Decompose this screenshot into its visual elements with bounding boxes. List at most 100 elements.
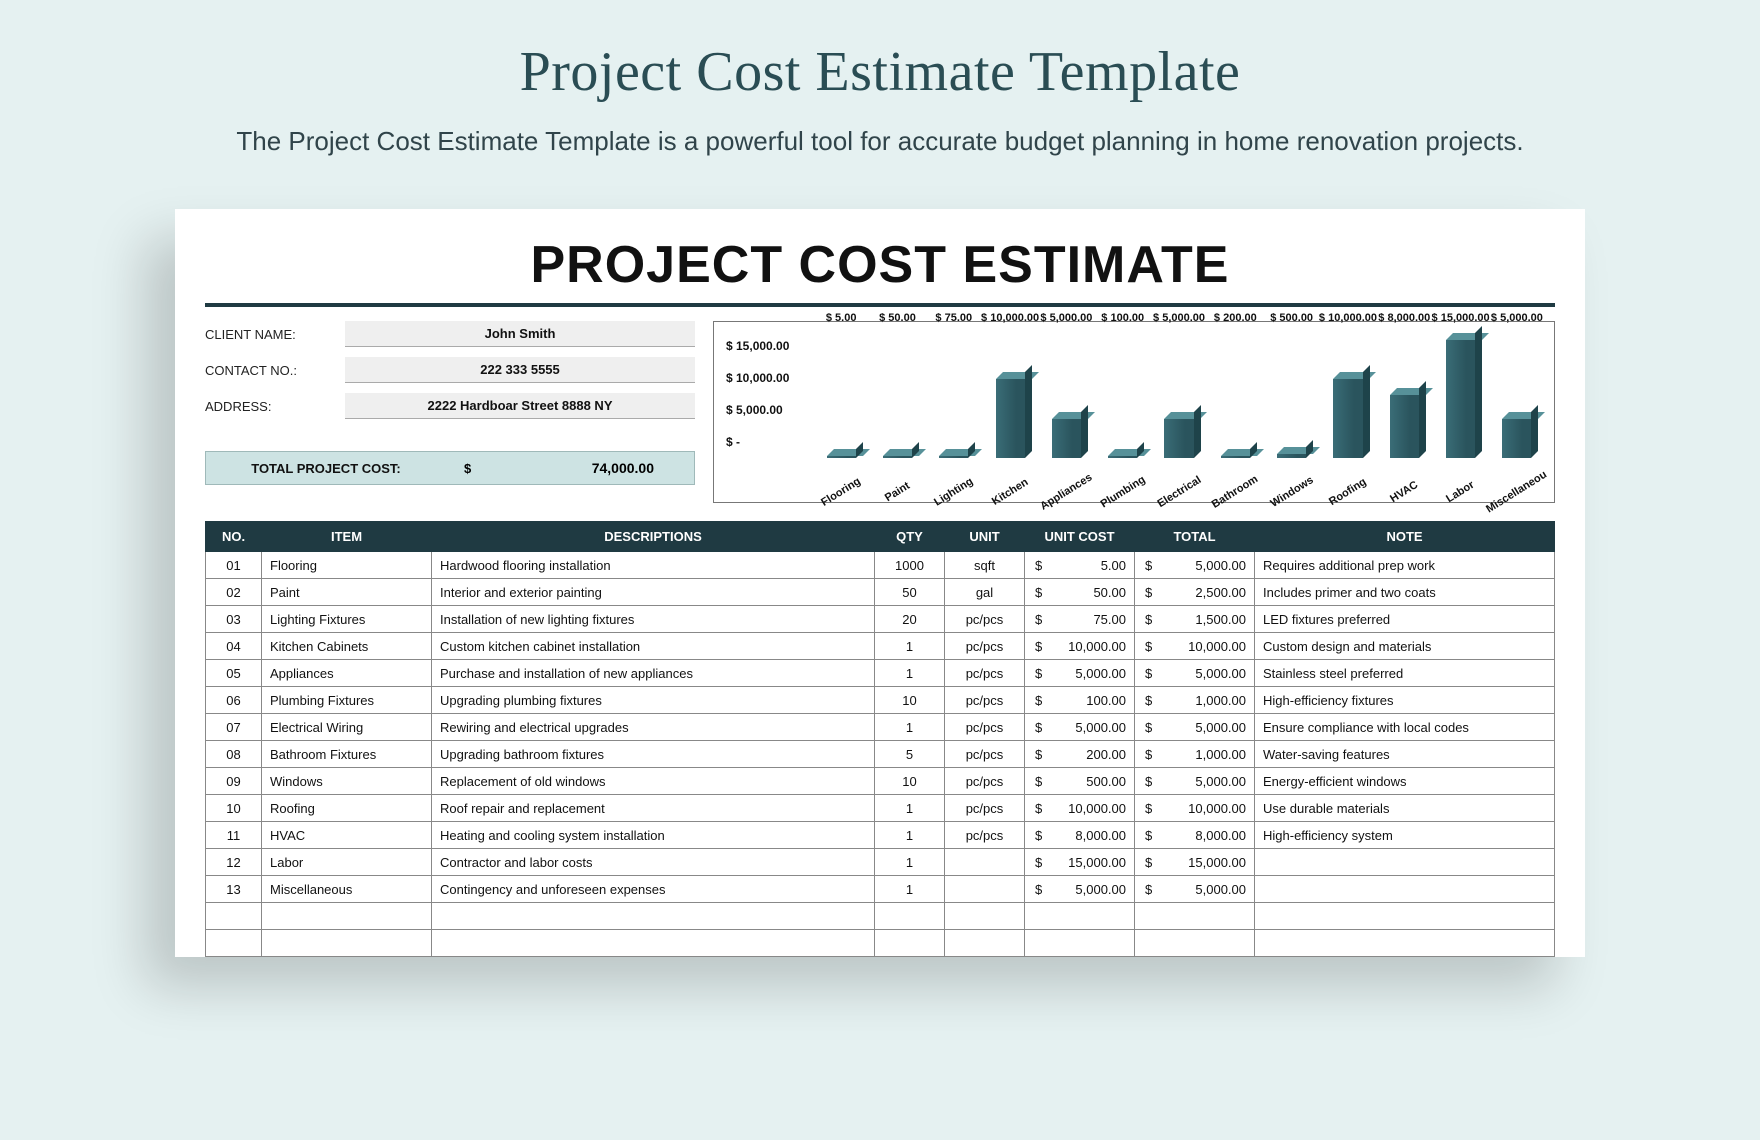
table-row-empty bbox=[206, 930, 1555, 957]
cell-unit: pc/pcs bbox=[945, 714, 1025, 741]
cell-no: 07 bbox=[206, 714, 262, 741]
table-header-cell: UNIT bbox=[945, 522, 1025, 552]
cell-total: $2,500.00 bbox=[1135, 579, 1255, 606]
address-label: ADDRESS: bbox=[205, 399, 345, 414]
cell-item: Labor bbox=[262, 849, 432, 876]
chart-bar: $ 10,000.00Roofing bbox=[1323, 330, 1373, 458]
cell-no: 08 bbox=[206, 741, 262, 768]
cell-total: $1,500.00 bbox=[1135, 606, 1255, 633]
contact-value: 222 333 5555 bbox=[345, 357, 695, 383]
cell-unit: sqft bbox=[945, 552, 1025, 579]
cell-note: Stainless steel preferred bbox=[1255, 660, 1555, 687]
cell-total: $10,000.00 bbox=[1135, 795, 1255, 822]
page-subtitle: The Project Cost Estimate Template is a … bbox=[140, 122, 1620, 161]
cell-desc: Rewiring and electrical upgrades bbox=[432, 714, 875, 741]
total-cost-currency: $ bbox=[446, 461, 506, 476]
chart-bar: $ 5,000.00Miscellaneou bbox=[1492, 330, 1542, 458]
table-header-cell: ITEM bbox=[262, 522, 432, 552]
cell-unit-cost: $5.00 bbox=[1025, 552, 1135, 579]
table-row: 11HVACHeating and cooling system install… bbox=[206, 822, 1555, 849]
chart-bar-value: $ 10,000.00 bbox=[1319, 312, 1377, 324]
chart-bar-value: $ 10,000.00 bbox=[981, 312, 1039, 324]
cell-qty: 1 bbox=[875, 714, 945, 741]
cell-unit-cost: $200.00 bbox=[1025, 741, 1135, 768]
cell-total: $5,000.00 bbox=[1135, 552, 1255, 579]
cell-item: Electrical Wiring bbox=[262, 714, 432, 741]
cell-qty: 1 bbox=[875, 633, 945, 660]
cell-unit: pc/pcs bbox=[945, 741, 1025, 768]
chart-bar-label: Appliances bbox=[1038, 471, 1094, 512]
cell-item: Kitchen Cabinets bbox=[262, 633, 432, 660]
cell-unit: gal bbox=[945, 579, 1025, 606]
table-row: 06Plumbing FixturesUpgrading plumbing fi… bbox=[206, 687, 1555, 714]
cell-total: $5,000.00 bbox=[1135, 768, 1255, 795]
chart-bar-label: Kitchen bbox=[990, 476, 1031, 508]
chart-bar-value: $ 75.00 bbox=[935, 312, 972, 324]
chart-bar: $ 15,000.00Labor bbox=[1435, 330, 1485, 458]
table-row: 03Lighting FixturesInstallation of new l… bbox=[206, 606, 1555, 633]
cell-total: $10,000.00 bbox=[1135, 633, 1255, 660]
cell-item: Lighting Fixtures bbox=[262, 606, 432, 633]
cell-desc: Contingency and unforeseen expenses bbox=[432, 876, 875, 903]
chart-bar-value: $ 5,000.00 bbox=[1491, 312, 1543, 324]
cell-note: Requires additional prep work bbox=[1255, 552, 1555, 579]
chart-bar-value: $ 5,000.00 bbox=[1040, 312, 1092, 324]
client-info-box: CLIENT NAME: John Smith CONTACT NO.: 222… bbox=[205, 321, 695, 503]
chart-bar: $ 100.00Plumbing bbox=[1098, 330, 1148, 458]
table-header-cell: NOTE bbox=[1255, 522, 1555, 552]
cell-desc: Roof repair and replacement bbox=[432, 795, 875, 822]
table-row: 12LaborContractor and labor costs1$15,00… bbox=[206, 849, 1555, 876]
cell-item: Bathroom Fixtures bbox=[262, 741, 432, 768]
total-cost-bar: TOTAL PROJECT COST: $ 74,000.00 bbox=[205, 451, 695, 485]
table-row: 13MiscellaneousContingency and unforesee… bbox=[206, 876, 1555, 903]
document-card: PROJECT COST ESTIMATE CLIENT NAME: John … bbox=[175, 209, 1585, 957]
chart-bar-value: $ 100.00 bbox=[1101, 312, 1144, 324]
cell-unit-cost: $8,000.00 bbox=[1025, 822, 1135, 849]
chart-bar-label: Bathroom bbox=[1210, 473, 1260, 511]
cell-note: Energy-efficient windows bbox=[1255, 768, 1555, 795]
chart-bar-label: Lighting bbox=[932, 475, 975, 508]
cell-total: $5,000.00 bbox=[1135, 876, 1255, 903]
chart-y-tick: $ - bbox=[726, 426, 816, 458]
cell-qty: 1 bbox=[875, 822, 945, 849]
contact-label: CONTACT NO.: bbox=[205, 363, 345, 378]
cell-unit-cost: $5,000.00 bbox=[1025, 876, 1135, 903]
chart-bar: $ 5,000.00Electrical bbox=[1154, 330, 1204, 458]
cell-no: 06 bbox=[206, 687, 262, 714]
chart-bar-label: Electrical bbox=[1155, 474, 1203, 510]
table-header-cell: TOTAL bbox=[1135, 522, 1255, 552]
chart-bar-value: $ 500.00 bbox=[1270, 312, 1313, 324]
cell-unit: pc/pcs bbox=[945, 795, 1025, 822]
cell-note: High-efficiency fixtures bbox=[1255, 687, 1555, 714]
cell-unit-cost: $75.00 bbox=[1025, 606, 1135, 633]
cell-qty: 1 bbox=[875, 876, 945, 903]
cell-note: High-efficiency system bbox=[1255, 822, 1555, 849]
cell-item: Miscellaneous bbox=[262, 876, 432, 903]
table-row: 01FlooringHardwood flooring installation… bbox=[206, 552, 1555, 579]
table-row: 10RoofingRoof repair and replacement1pc/… bbox=[206, 795, 1555, 822]
cell-item: Appliances bbox=[262, 660, 432, 687]
table-header-cell: UNIT COST bbox=[1025, 522, 1135, 552]
total-cost-value: 74,000.00 bbox=[506, 460, 694, 476]
chart-bar: $ 75.00Lighting bbox=[929, 330, 979, 458]
cell-no: 03 bbox=[206, 606, 262, 633]
cell-no: 10 bbox=[206, 795, 262, 822]
chart-bar-value: $ 5.00 bbox=[826, 312, 857, 324]
table-row: 04Kitchen CabinetsCustom kitchen cabinet… bbox=[206, 633, 1555, 660]
cell-desc: Upgrading plumbing fixtures bbox=[432, 687, 875, 714]
cell-no: 09 bbox=[206, 768, 262, 795]
chart-bar-label: Flooring bbox=[819, 475, 863, 508]
cell-item: Windows bbox=[262, 768, 432, 795]
address-value: 2222 Hardboar Street 8888 NY bbox=[345, 393, 695, 419]
cell-unit: pc/pcs bbox=[945, 687, 1025, 714]
cell-qty: 1 bbox=[875, 795, 945, 822]
cell-note: LED fixtures preferred bbox=[1255, 606, 1555, 633]
cell-no: 05 bbox=[206, 660, 262, 687]
cell-unit: pc/pcs bbox=[945, 660, 1025, 687]
chart-bar-value: $ 200.00 bbox=[1214, 312, 1257, 324]
chart-bar-label: Miscellaneou bbox=[1484, 469, 1549, 516]
cell-item: HVAC bbox=[262, 822, 432, 849]
cell-qty: 50 bbox=[875, 579, 945, 606]
cell-unit-cost: $10,000.00 bbox=[1025, 795, 1135, 822]
cell-total: $1,000.00 bbox=[1135, 741, 1255, 768]
